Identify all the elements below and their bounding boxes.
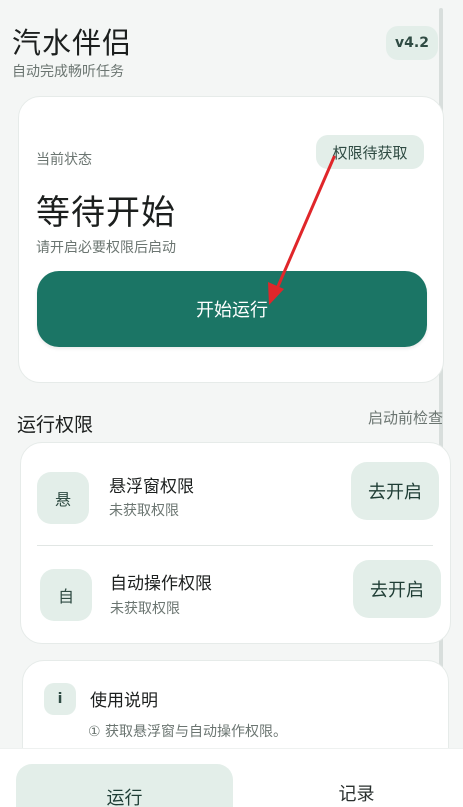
status-hint: 请开启必要权限后启动 [36, 240, 176, 256]
usage-step: ① 获取悬浮窗与自动操作权限。 [88, 724, 288, 740]
permission-status: 未获取权限 [110, 601, 180, 617]
permission-title: 自动操作权限 [110, 574, 212, 594]
tab-run[interactable]: 运行 [16, 764, 233, 807]
usage-title: 使用说明 [90, 691, 158, 711]
enable-floating-window-button[interactable]: 去开启 [351, 462, 439, 520]
app-subtitle: 自动完成畅听任务 [12, 64, 124, 80]
app-screen: 汽水伴侣 自动完成畅听任务 v4.2 当前状态 权限待获取 等待开始 请开启必要… [0, 0, 463, 807]
permission-status-badge: 权限待获取 [316, 135, 424, 169]
permission-title: 悬浮窗权限 [109, 477, 194, 497]
start-button[interactable]: 开始运行 [37, 271, 427, 347]
version-badge: v4.2 [386, 26, 438, 60]
tab-records[interactable]: 记录 [248, 780, 463, 806]
app-title: 汽水伴侣 [12, 26, 133, 60]
permission-status: 未获取权限 [109, 503, 179, 519]
divider [37, 545, 433, 546]
floating-window-icon: 悬 [37, 472, 89, 524]
enable-auto-operation-button[interactable]: 去开启 [353, 560, 441, 618]
info-icon: i [44, 683, 76, 715]
auto-operation-icon: 自 [40, 569, 92, 621]
precheck-link[interactable]: 启动前检查 [368, 407, 443, 428]
section-title-permissions: 运行权限 [17, 414, 94, 436]
status-label: 当前状态 [36, 152, 92, 168]
status-value: 等待开始 [36, 193, 176, 233]
